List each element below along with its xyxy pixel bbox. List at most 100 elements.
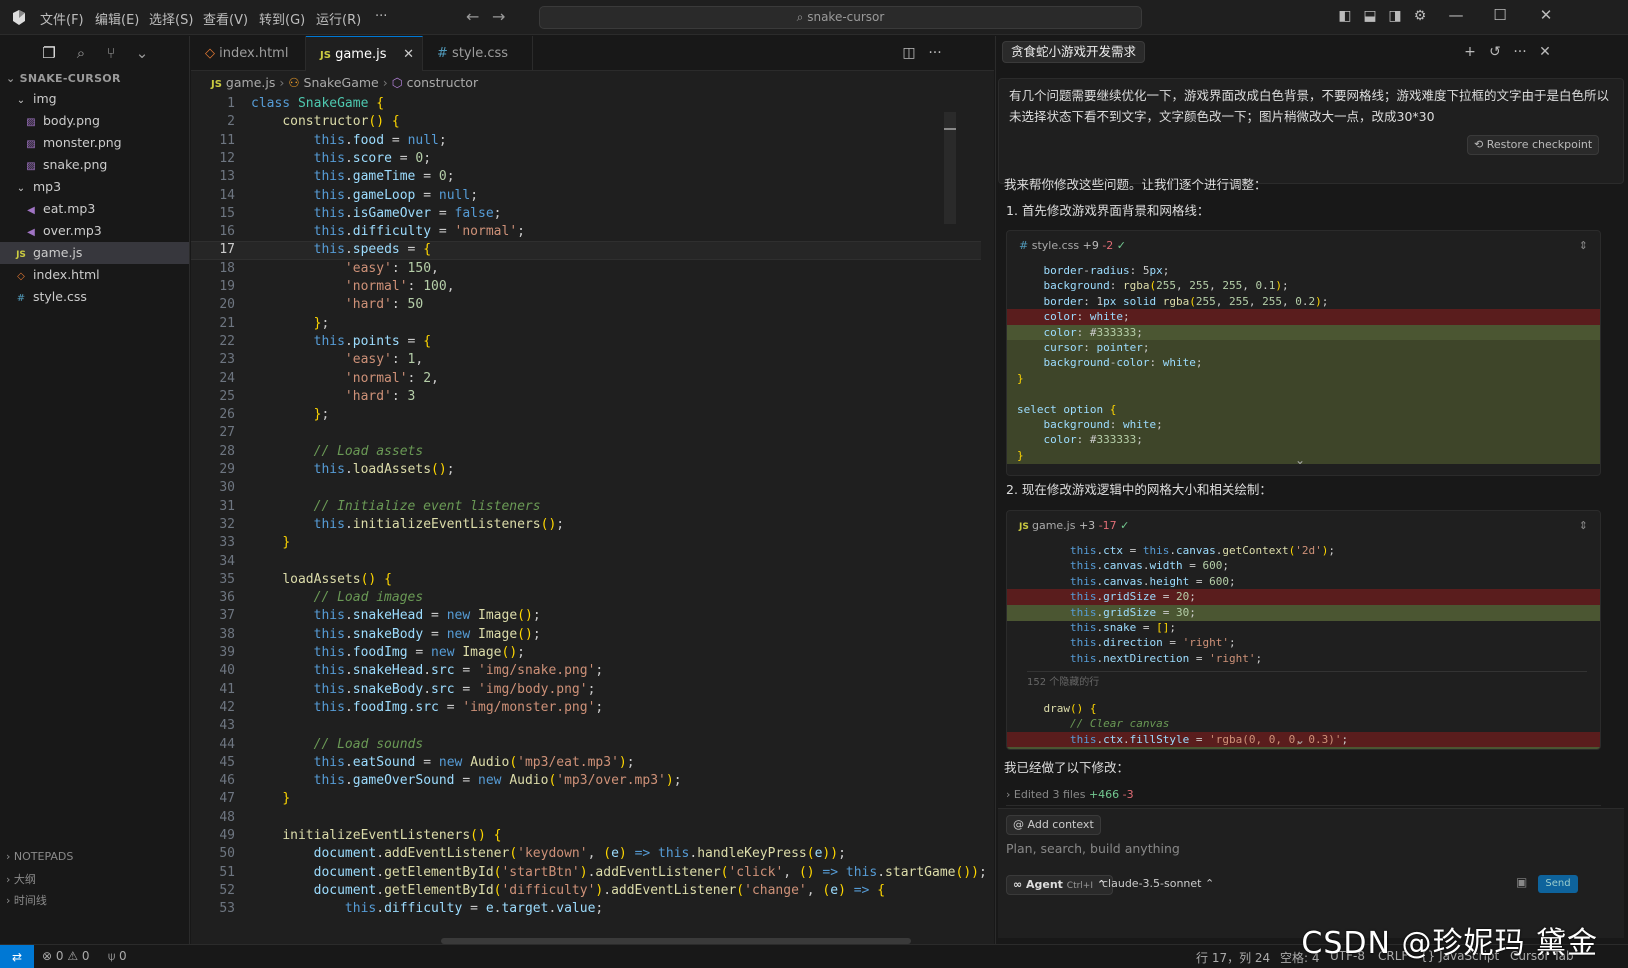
tab-index-html[interactable]: ◇ index.html [191,36,306,71]
code-line: this.initializeEventListeners(); [313,516,565,532]
maximize-icon[interactable]: ☐ [1490,6,1510,24]
more-actions-icon[interactable]: ··· [927,45,943,61]
tree-item[interactable]: ◀ eat.mp3 [0,198,189,220]
tree-item[interactable]: ▨ body.png [0,110,189,132]
chat-title[interactable]: 贪食蛇小游戏开发需求 [1002,41,1146,63]
tab-game-js[interactable]: JS game.js ✕ [306,36,423,71]
agent-mode-selector[interactable]: ∞ Agent Ctrl+I ⌃ [1006,875,1114,895]
chevron-down-icon[interactable]: ⌄ [131,42,153,64]
code-area[interactable]: 1 class SnakeGame {2 constructor() {11 th… [191,96,994,944]
diff-line: color: #333333; [1007,324,1600,341]
image-upload-icon[interactable]: ▣ [1516,875,1527,889]
line-number: 42 [219,699,235,715]
code-line: this.snakeHead = new Image(); [313,608,541,624]
breadcrumb-file[interactable]: game.js [226,75,275,90]
split-editor-icon[interactable]: ◫ [901,45,917,61]
menu-item[interactable]: 文件(F) [40,9,84,28]
add-context-button[interactable]: @ Add context [1006,815,1101,835]
more-options-icon[interactable]: ··· [1512,44,1528,60]
diff-block-game-js[interactable]: JS game.js +3 -17 ✓ ⇕ this.ctx = this.ca… [1006,510,1601,750]
diff-line: this.snake = []; [1069,621,1176,634]
source-control-icon[interactable]: ⑂ [100,42,122,64]
forward-arrow-icon[interactable]: → [492,7,505,26]
image-icon: ▨ [26,117,36,128]
code-line: // Load images [251,590,424,606]
send-button[interactable]: Send [1538,875,1578,893]
explorer-sidebar: ❐ ⌕ ⑂ ⌄ ⌄ SNAKE-CURSOR ⌄ img ▨ body.png ▨ mon… [0,36,190,944]
remote-indicator-icon[interactable]: ⇄ [0,945,34,968]
sidebar-section[interactable]: › NOTEPADS [6,850,186,871]
line-number: 27 [219,425,235,441]
code-editor: ◇ index.html JS game.js ✕ # style.css ◫ ·… [191,36,994,944]
toggle-primary-sidebar-icon[interactable]: ◧ [1337,8,1353,24]
menu-item[interactable]: 选择(S) [149,9,193,28]
toggle-panel-icon[interactable]: ⬓ [1362,8,1378,24]
model-selector[interactable]: claude-3.5-sonnet ⌃ [1102,877,1214,890]
menu-item[interactable]: 查看(V) [203,9,248,28]
tree-item[interactable]: ⌄ mp3 [0,176,189,198]
settings-gear-icon[interactable]: ⚙ [1412,8,1428,24]
search-icon[interactable]: ⌕ [70,42,92,64]
close-tab-icon[interactable]: ✕ [403,37,414,72]
code-line: this.score = 0; [313,150,432,166]
menu-item[interactable]: 编辑(E) [95,9,139,28]
cursor-position[interactable]: 行 17，列 24 [1196,949,1270,966]
history-icon[interactable]: ↺ [1487,44,1503,60]
collapse-icon[interactable]: ⇕ [1579,231,1588,261]
command-center-search[interactable]: ⌕ snake-cursor [539,6,1142,29]
tree-item[interactable]: ◀ over.mp3 [0,220,189,242]
problems-indicator[interactable]: ⊗ 0 ⚠ 0 [42,949,90,963]
js-file-icon: JS [1019,522,1032,532]
back-arrow-icon[interactable]: ← [466,7,479,26]
line-number: 19 [219,279,235,294]
edited-files-summary[interactable]: › Edited 3 files +466 -3 [1006,784,1601,806]
line-number: 24 [219,370,235,386]
sidebar-section[interactable]: › 时间线 [6,892,186,913]
sidebar-section[interactable]: › 大纲 [6,871,186,892]
line-number: 2 [227,114,235,130]
diff-line: this.gridSize = 30; [1007,604,1600,621]
tree-item[interactable]: JS game.js [0,242,189,264]
code-line: // Load sounds [251,736,424,752]
line-number: 20 [219,297,235,313]
line-number: 48 [219,809,235,825]
expand-chevron-icon[interactable]: ⌄ [1295,733,1305,747]
new-chat-plus-icon[interactable]: + [1462,44,1478,60]
hidden-lines-indicator[interactable]: 152 个隐藏的行 [1027,671,1587,688]
close-window-icon[interactable]: ✕ [1536,6,1556,24]
code-line: this.eatSound = new Audio('mp3/eat.mp3')… [313,754,635,770]
tree-item[interactable]: ▨ monster.png [0,132,189,154]
audio-icon: ◀ [27,205,35,216]
expand-chevron-icon[interactable]: ⌄ [1295,453,1305,467]
minimize-icon[interactable]: — [1446,6,1466,24]
line-number: 49 [219,828,235,843]
explorer-files-icon[interactable]: ❐ [38,42,60,64]
tree-item[interactable]: ◇ index.html [0,264,189,286]
method-symbol-icon: ⬡ [391,75,403,90]
toggle-secondary-sidebar-icon[interactable]: ◨ [1387,8,1403,24]
audio-icon: ◀ [27,227,35,238]
breadcrumb-class[interactable]: SnakeGame [304,75,379,90]
breadcrumb-method[interactable]: constructor [407,75,478,90]
menu-item[interactable]: ··· [375,9,387,24]
chat-input[interactable]: Plan, search, build anything [1006,841,1566,856]
menu-item[interactable]: 运行(R) [316,9,361,28]
tree-item[interactable]: # style.css [0,286,189,308]
user-message[interactable]: 有几个问题需要继续优化一下，游戏界面改成白色背景，不要网格线；游戏难度下拉框的文… [998,78,1624,184]
project-header[interactable]: ⌄ SNAKE-CURSOR [6,72,121,85]
diff-block-style-css[interactable]: # style.css +9 -2 ✓ ⇕ border-radius: 5px… [1006,230,1601,476]
code-line: document.addEventListener('keydown', (e)… [313,846,846,862]
close-panel-icon[interactable]: ✕ [1537,44,1553,60]
collapse-icon[interactable]: ⇕ [1579,511,1588,541]
diff-line: background: white; [1007,417,1600,433]
code-line: initializeEventListeners() { [282,828,502,843]
tree-item[interactable]: ⌄ img [0,88,189,110]
ports-indicator[interactable]: ⍦ 0 [108,949,127,964]
tree-item[interactable]: ▨ snake.png [0,154,189,176]
code-line: 'normal': 2, [344,370,439,386]
menu-item[interactable]: 转到(G) [259,9,305,28]
user-message-text: 有几个问题需要继续优化一下，游戏界面改成白色背景，不要网格线；游戏难度下拉框的文… [1009,88,1610,124]
tab-style-css[interactable]: # style.css [423,36,533,71]
diff-line: this.canvas.width = 600; [1069,559,1229,573]
restore-checkpoint-button[interactable]: ⟲ Restore checkpoint [1467,135,1600,155]
